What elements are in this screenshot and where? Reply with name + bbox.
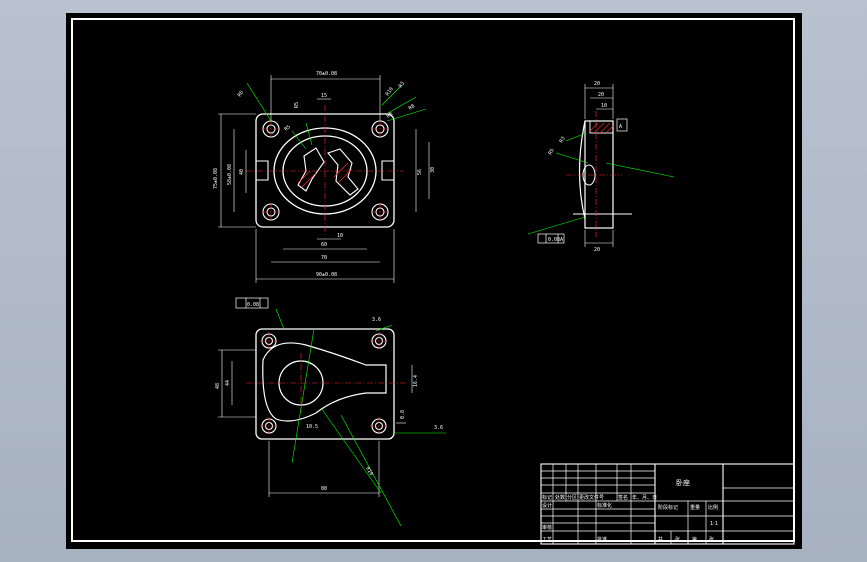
top-view-slot-right <box>327 148 359 196</box>
dim-w70: 70 <box>321 255 327 261</box>
front-view-profile <box>262 342 387 422</box>
dim-w60: 60 <box>321 242 327 248</box>
dim-r4: R8 <box>408 103 416 111</box>
front-tolerance: 0.08 <box>247 302 259 308</box>
tb-h4: 更改文件号 <box>579 494 604 501</box>
tb-no: 第 <box>692 536 697 543</box>
front-r10: 10.5 <box>306 424 318 430</box>
tb-sheet1: 张 <box>675 536 680 543</box>
front-view-leaders <box>275 308 446 527</box>
front-w80: 80 <box>321 486 327 492</box>
tb-review: 审核 <box>542 524 552 531</box>
tb-sheet2: 张 <box>709 536 714 543</box>
dim-h56: 56 <box>417 169 423 175</box>
top-view-slot-left <box>297 147 325 192</box>
front-d3a: 3.6 <box>372 317 381 323</box>
tb-total: 共 <box>658 536 663 543</box>
side-tolerance: 0.08 <box>548 237 560 243</box>
drawing-canvas: 70±0.08 90±0.08 70 60 10 15 75±0.08 58±0… <box>213 71 795 545</box>
front-tol-right: 0.8 <box>400 410 406 419</box>
tb-h5: 签名 <box>618 494 628 501</box>
front-h48: 48 <box>215 383 221 389</box>
side-tolerance-datum: A <box>560 237 563 243</box>
tb-approve: 批准 <box>597 536 607 543</box>
dim-r5: R5 <box>283 124 291 132</box>
side-view: A 20 20 10 R3 R5 20 0.08 A <box>527 81 675 253</box>
dim-h58: 58±0.08 <box>227 164 233 185</box>
tb-weight: 重量 <box>690 504 700 511</box>
front-view: 0.08 48 44 16.4 3.6 3.6 80 10.5 R10 0.8 <box>215 297 446 527</box>
dim-h30: 30 <box>430 167 436 173</box>
front-slope: R10 <box>364 466 374 477</box>
dim-r1: R6 <box>237 90 245 98</box>
title-block <box>540 463 795 545</box>
side-d3: 10 <box>601 103 607 109</box>
side-d4: R3 <box>559 136 567 144</box>
tb-h6: 年、月、日 <box>632 494 657 501</box>
top-view-left-notch <box>256 160 269 181</box>
dim-bottom-overall: 90±0.08 <box>316 272 337 278</box>
side-bottom: 20 <box>594 247 600 253</box>
tb-h1: 标记 <box>542 494 552 501</box>
dim-h75: 75±0.08 <box>213 168 219 189</box>
front-h44: 44 <box>225 380 231 386</box>
tb-scale-label: 比例 <box>708 504 718 511</box>
side-view-hatch <box>589 122 614 134</box>
cad-viewport[interactable]: 70±0.08 90±0.08 70 60 10 15 75±0.08 58±0… <box>66 13 802 549</box>
front-d16: 16.4 <box>413 375 419 387</box>
tb-design: 设计 <box>542 502 552 509</box>
side-view-body <box>584 120 614 229</box>
side-d5: R5 <box>548 148 556 156</box>
tb-h3: 分区 <box>567 494 577 501</box>
front-d3b: 3.6 <box>434 425 443 431</box>
dim-r6: R5 <box>294 102 300 108</box>
top-view-leaders <box>246 82 427 150</box>
tb-process: 工艺 <box>542 537 552 543</box>
tb-stage: 阶段标记 <box>658 504 678 511</box>
tb-standard: 标准化 <box>597 502 612 509</box>
side-d2: 20 <box>598 92 604 98</box>
tb-h2: 处数 <box>555 494 565 501</box>
dim-r2: R10 <box>385 86 395 97</box>
top-view-dim-lines <box>218 75 430 283</box>
side-datum: A <box>619 124 622 130</box>
front-view-holes <box>261 333 387 434</box>
side-d1: 20 <box>594 81 600 87</box>
top-view: 70±0.08 90±0.08 70 60 10 15 75±0.08 58±0… <box>213 71 436 283</box>
tb-scale-value: 1:1 <box>710 521 718 527</box>
dim-w15: 15 <box>321 93 327 99</box>
drawing-title: 卧座 <box>676 478 690 487</box>
dim-h40: 40 <box>239 169 245 175</box>
dim-w10: 10 <box>337 233 343 239</box>
top-view-right-notch <box>381 160 394 181</box>
dim-top-overall: 70±0.08 <box>316 71 337 77</box>
